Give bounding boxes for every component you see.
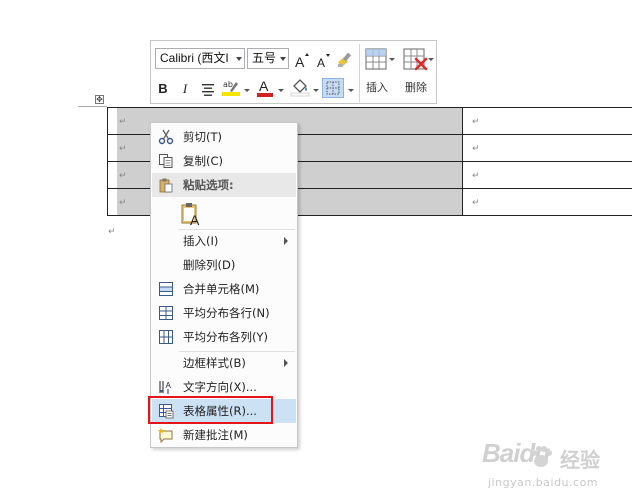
ruler-line (78, 106, 107, 107)
menu-item-label: 平均分布各列(Y) (183, 330, 268, 344)
paint-bucket-icon (290, 79, 310, 97)
menu-item-label: 平均分布各行(N) (183, 306, 270, 320)
chevron-down-icon (236, 57, 242, 61)
shrink-font-icon: A (317, 54, 330, 70)
svg-text:A: A (295, 54, 305, 70)
font-size-select[interactable]: 五号 (247, 48, 289, 69)
table-border (107, 107, 632, 108)
chevron-down-icon[interactable] (313, 89, 319, 92)
chevron-down-icon[interactable] (244, 89, 250, 92)
shrink-font-button[interactable]: A (316, 52, 332, 74)
menu-item-merge-cells[interactable]: 合并单元格(M) (152, 277, 296, 301)
paragraph-mark: ↵ (119, 144, 127, 154)
menu-item-label: 删除列(D) (183, 258, 236, 272)
chevron-right-icon (284, 359, 288, 367)
menu-item-label: 新建批注(M) (183, 428, 248, 442)
paw-icon (531, 446, 552, 467)
delete-button[interactable]: 删除 (400, 45, 434, 95)
paragraph-mark: ↵ (472, 198, 480, 208)
format-painter-icon (338, 52, 352, 67)
font-color-button[interactable]: A (256, 77, 274, 99)
distribute-rows-icon (159, 306, 173, 320)
borders-button[interactable] (322, 78, 344, 98)
shading-button[interactable] (290, 77, 310, 99)
paragraph-mark: ↵ (108, 227, 116, 237)
insert-label: 插入 (366, 81, 388, 94)
svg-text:A: A (190, 212, 200, 227)
menu-item-new-comment[interactable]: 新建批注(M) (152, 423, 296, 447)
menu-item-distribute-rows[interactable]: 平均分布各行(N) (152, 301, 296, 325)
font-color-bar (257, 93, 273, 97)
chevron-right-icon (284, 237, 288, 245)
highlight-button[interactable]: ab (221, 77, 241, 99)
paste-options-label: 粘贴选项: (183, 178, 234, 192)
menu-item-label: 复制(C) (183, 154, 224, 168)
svg-text:A: A (317, 56, 325, 70)
grow-font-button[interactable]: A (294, 52, 310, 74)
grow-font-icon: A (295, 53, 309, 70)
chevron-down-icon (428, 58, 434, 61)
merge-cells-icon (159, 282, 173, 296)
paragraph-mark: ↵ (472, 144, 480, 154)
menu-item-border-styles[interactable]: 边框样式(B) (152, 351, 296, 375)
align-center-button[interactable] (200, 78, 216, 100)
menu-item-label: 插入(I) (183, 234, 219, 248)
align-center-icon (202, 84, 214, 96)
highlighter-icon: ab (222, 80, 240, 96)
paste-keep-text-only-button[interactable]: A (179, 201, 203, 228)
table-border (107, 107, 108, 216)
chevron-down-icon[interactable] (348, 89, 354, 92)
table-border (462, 107, 463, 216)
menu-item-label: 合并单元格(M) (183, 282, 260, 296)
baidu-jingyan-watermark: Baidu 经验 jingyan.baidu.com (478, 432, 628, 498)
distribute-columns-icon (159, 330, 173, 344)
chevron-down-icon[interactable] (278, 89, 284, 92)
table-move-handle[interactable]: ✥ (95, 95, 104, 104)
font-name-select[interactable]: Calibri (西文I (155, 48, 245, 69)
chevron-down-icon (389, 58, 395, 61)
menu-item-label: 边框样式(B) (183, 356, 246, 370)
copy-icon (159, 154, 173, 168)
text-direction-icon: A (159, 381, 172, 394)
paragraph-mark: ↵ (472, 171, 480, 181)
watermark-url: jingyan.baidu.com (488, 476, 599, 489)
font-size-value: 五号 (252, 51, 277, 65)
chevron-down-icon (280, 57, 286, 61)
highlight-box (148, 396, 273, 424)
menu-item-distribute-columns[interactable]: 平均分布各列(Y) (152, 325, 296, 349)
insert-button[interactable]: 插入 (362, 45, 395, 95)
svg-text:ab: ab (223, 80, 233, 89)
paragraph-mark: ↵ (119, 171, 127, 181)
paragraph-mark: ↵ (472, 117, 480, 127)
menu-item-copy[interactable]: 复制(C) (152, 149, 296, 173)
menu-item-cut[interactable]: 剪切(T) (152, 125, 296, 149)
paste-icon (159, 178, 173, 193)
svg-text:A: A (166, 381, 172, 390)
toolbar-separator (359, 44, 360, 102)
format-painter-button[interactable] (337, 51, 355, 73)
font-name-value: Calibri (西文I (160, 51, 229, 65)
menu-item-label: 剪切(T) (183, 130, 222, 144)
bold-button[interactable]: B (156, 78, 170, 100)
paragraph-mark: ↵ (119, 117, 127, 127)
menu-item-delete-column[interactable]: 删除列(D) (152, 253, 296, 277)
new-comment-icon (158, 428, 173, 443)
delete-label: 删除 (405, 81, 427, 94)
paragraph-mark: ↵ (119, 198, 127, 208)
italic-button[interactable]: I (178, 78, 192, 100)
menu-item-insert[interactable]: 插入(I) (152, 229, 296, 253)
watermark-sub: 经验 (560, 448, 600, 472)
paste-text-only-icon: A (181, 203, 200, 228)
border-grid-icon (326, 81, 340, 95)
scissors-icon (158, 129, 174, 145)
paste-options-header: 粘贴选项: (152, 173, 296, 197)
insert-table-icon (365, 48, 387, 70)
